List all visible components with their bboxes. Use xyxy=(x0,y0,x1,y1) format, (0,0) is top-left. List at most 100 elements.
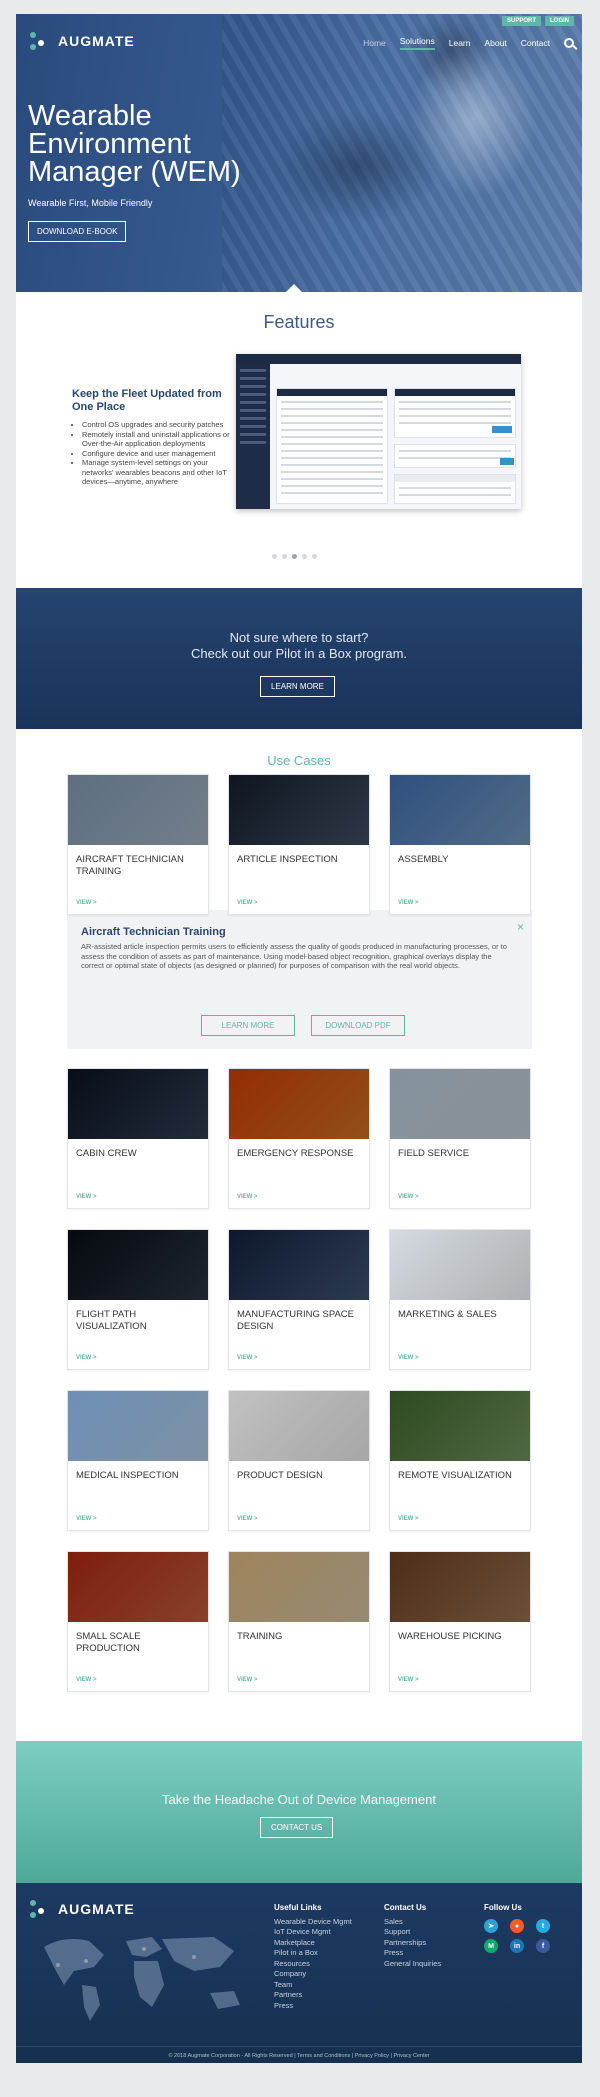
view-link[interactable]: VIEW > xyxy=(237,900,258,906)
download-ebook-button[interactable]: DOWNLOAD E-BOOK xyxy=(28,221,127,242)
carousel-dot[interactable] xyxy=(272,554,277,559)
nav-solutions[interactable]: Solutions xyxy=(399,36,435,50)
footer-contact-link[interactable]: Sales xyxy=(384,1917,441,1928)
view-link[interactable]: VIEW > xyxy=(398,1194,419,1200)
twitter-icon[interactable]: t xyxy=(536,1919,550,1933)
usecase-card-assembly[interactable]: Assembly VIEW > xyxy=(389,774,531,915)
usecase-card-small-scale-production[interactable]: Small Scale Production VIEW > xyxy=(67,1551,209,1692)
view-link[interactable]: VIEW > xyxy=(237,1194,258,1200)
logo-mark-icon xyxy=(30,1900,52,1918)
usecase-image[interactable] xyxy=(68,1230,208,1300)
view-link[interactable]: VIEW > xyxy=(76,1516,97,1522)
usecase-title: Emergency Response xyxy=(237,1148,354,1159)
detail-learn-more-button[interactable]: LEARN MORE xyxy=(201,1015,295,1036)
nav-learn[interactable]: Learn xyxy=(449,38,471,48)
usecase-card-aircraft-technician-training[interactable]: Aircraft Technician Training VIEW > xyxy=(67,774,209,915)
usecase-image[interactable] xyxy=(229,775,369,845)
download-pdf-button[interactable]: DOWNLOAD PDF xyxy=(311,1015,405,1036)
nav-home[interactable]: Home xyxy=(363,38,386,48)
usecase-image[interactable] xyxy=(390,1230,530,1300)
footer-contact-link[interactable]: Partnerships xyxy=(384,1938,441,1949)
hero-section: SUPPORT LOGIN AUGMATE Home Solutions Lea… xyxy=(16,14,582,292)
view-link[interactable]: VIEW > xyxy=(76,1355,97,1361)
usecase-card-flight-path-visualization[interactable]: Flight Path Visualization VIEW > xyxy=(67,1229,209,1370)
footer-contact-link[interactable]: Support xyxy=(384,1927,441,1938)
footer-useful-link[interactable]: Press xyxy=(274,2001,352,2012)
usecase-image[interactable] xyxy=(68,1391,208,1461)
view-link[interactable]: VIEW > xyxy=(237,1355,258,1361)
usecase-image[interactable] xyxy=(229,1069,369,1139)
logo[interactable]: AUGMATE xyxy=(30,32,135,50)
footer-useful-link[interactable]: Wearable Device Mgmt xyxy=(274,1917,352,1928)
usecase-image[interactable] xyxy=(229,1391,369,1461)
view-link[interactable]: VIEW > xyxy=(237,1677,258,1683)
usecase-image[interactable] xyxy=(229,1230,369,1300)
view-link[interactable]: VIEW > xyxy=(76,900,97,906)
pilot-line-1: Not sure where to start? xyxy=(229,630,369,645)
view-link[interactable]: VIEW > xyxy=(76,1194,97,1200)
telegram-icon[interactable]: ➤ xyxy=(484,1919,498,1933)
usecase-image[interactable] xyxy=(390,1391,530,1461)
usecase-image[interactable] xyxy=(229,1552,369,1622)
close-icon[interactable]: × xyxy=(517,920,524,934)
footer-useful-link[interactable]: Company xyxy=(274,1969,352,1980)
contact-us-button[interactable]: CONTACT US xyxy=(260,1817,334,1838)
search-icon[interactable] xyxy=(564,38,574,48)
view-link[interactable]: VIEW > xyxy=(398,1516,419,1522)
usecase-image[interactable] xyxy=(68,1552,208,1622)
footer-useful-link[interactable]: Resources xyxy=(274,1959,352,1970)
usecase-image[interactable] xyxy=(390,1069,530,1139)
usecase-title: Small Scale Production xyxy=(76,1631,141,1654)
linkedin-icon[interactable]: in xyxy=(510,1939,524,1953)
reddit-icon[interactable]: ● xyxy=(510,1919,524,1933)
footer-useful-link[interactable]: Partners xyxy=(274,1990,352,2001)
hero-notch xyxy=(284,284,304,292)
feature-bullets: Control OS upgrades and security patches… xyxy=(72,420,232,487)
usecase-title: Cabin Crew xyxy=(76,1148,137,1159)
usecase-card-training[interactable]: Training VIEW > xyxy=(228,1551,370,1692)
usecase-card-marketing-and-sales[interactable]: Marketing & Sales VIEW > xyxy=(389,1229,531,1370)
login-button[interactable]: LOGIN xyxy=(545,16,574,26)
top-utility-bar: SUPPORT LOGIN xyxy=(501,16,574,26)
medium-icon[interactable]: M xyxy=(484,1939,498,1953)
facebook-icon[interactable]: f xyxy=(536,1939,550,1953)
dashboard-apps-panel xyxy=(394,474,516,504)
carousel-dot[interactable] xyxy=(282,554,287,559)
footer-logo[interactable]: AUGMATE xyxy=(30,1900,135,1918)
usecase-image[interactable] xyxy=(390,775,530,845)
view-link[interactable]: VIEW > xyxy=(398,900,419,906)
view-link[interactable]: VIEW > xyxy=(237,1516,258,1522)
pilot-text: Not sure where to start? Check out our Pi… xyxy=(16,630,582,662)
usecase-card-remote-visualization[interactable]: Remote Visualization VIEW > xyxy=(389,1390,531,1531)
support-button[interactable]: SUPPORT xyxy=(501,16,541,26)
usecase-title: Remote Visualization xyxy=(398,1470,512,1481)
footer-useful-link[interactable]: Team xyxy=(274,1980,352,1991)
footer-useful-link[interactable]: Marketplace xyxy=(274,1938,352,1949)
usecase-card-cabin-crew[interactable]: Cabin Crew VIEW > xyxy=(67,1068,209,1209)
usecase-card-field-service[interactable]: Field Service VIEW > xyxy=(389,1068,531,1209)
carousel-dot[interactable] xyxy=(312,554,317,559)
feature-text: Keep the Fleet Updated from One Place Co… xyxy=(72,388,232,487)
footer-useful-link[interactable]: IoT Device Mgmt xyxy=(274,1927,352,1938)
usecase-card-product-design[interactable]: Product Design VIEW > xyxy=(228,1390,370,1531)
usecase-title: Aircraft Technician Training xyxy=(76,854,184,877)
usecase-image[interactable] xyxy=(390,1552,530,1622)
nav-about[interactable]: About xyxy=(484,38,506,48)
learn-more-button[interactable]: LEARN MORE xyxy=(260,676,335,697)
nav-contact[interactable]: Contact xyxy=(521,38,550,48)
usecase-card-manufacturing-space-design[interactable]: Manufacturing Space Design VIEW > xyxy=(228,1229,370,1370)
view-link[interactable]: VIEW > xyxy=(398,1355,419,1361)
usecase-card-emergency-response[interactable]: Emergency Response VIEW > xyxy=(228,1068,370,1209)
footer-useful-link[interactable]: Pilot in a Box xyxy=(274,1948,352,1959)
footer-contact-link[interactable]: Press xyxy=(384,1948,441,1959)
carousel-dot-active[interactable] xyxy=(292,554,297,559)
footer-contact-link[interactable]: General Inquiries xyxy=(384,1959,441,1970)
carousel-dot[interactable] xyxy=(302,554,307,559)
usecase-card-warehouse-picking[interactable]: Warehouse Picking VIEW > xyxy=(389,1551,531,1692)
view-link[interactable]: VIEW > xyxy=(76,1677,97,1683)
view-link[interactable]: VIEW > xyxy=(398,1677,419,1683)
usecase-card-article-inspection[interactable]: Article Inspection VIEW > xyxy=(228,774,370,915)
usecase-image[interactable] xyxy=(68,775,208,845)
usecase-card-medical-inspection[interactable]: Medical Inspection VIEW > xyxy=(67,1390,209,1531)
usecase-image[interactable] xyxy=(68,1069,208,1139)
